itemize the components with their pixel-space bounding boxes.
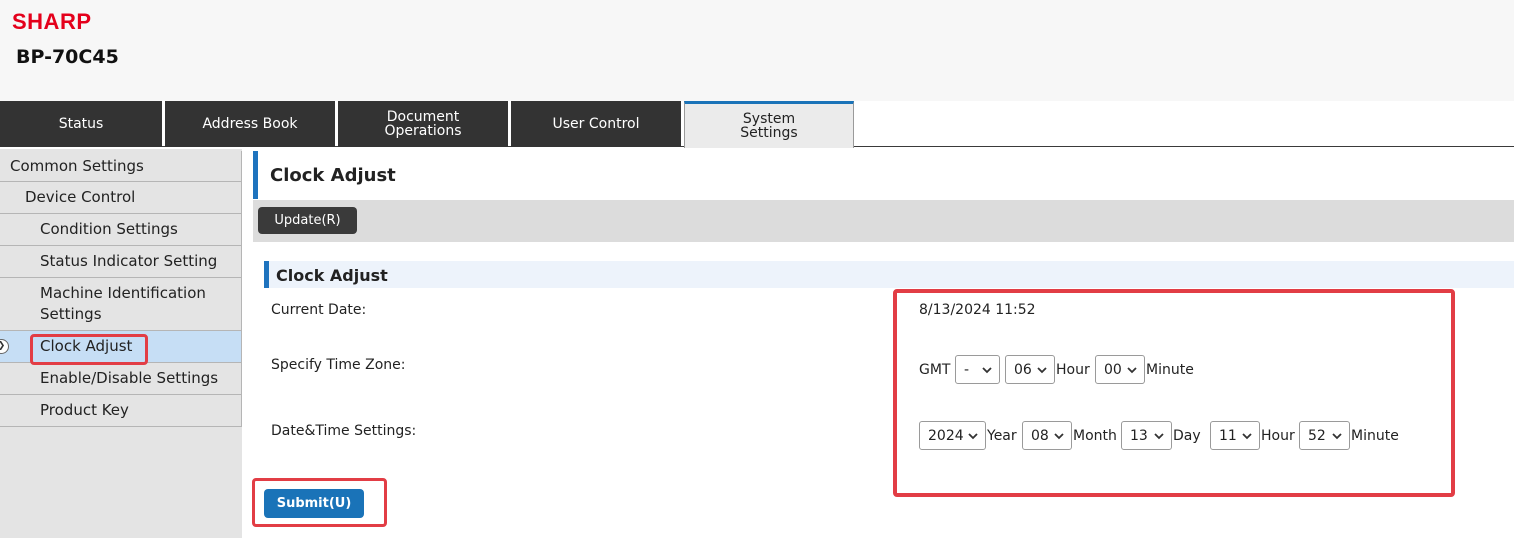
- highlight-box: [893, 289, 1455, 497]
- highlight-box: [252, 478, 387, 527]
- sidebar-item-label: Enable/Disable Settings: [40, 369, 219, 387]
- tab-user-control-label: User Control: [552, 116, 640, 132]
- sidebar-item-condition-settings[interactable]: Condition Settings: [0, 214, 242, 246]
- tab-document-operations[interactable]: Document Operations: [338, 101, 508, 147]
- brand-logo: SHARP: [12, 9, 92, 34]
- sidebar-item-status-indicator-setting[interactable]: Status Indicator Setting: [0, 246, 242, 278]
- timezone-label: Specify Time Zone:: [271, 357, 406, 373]
- tab-address-book-label: Address Book: [202, 116, 298, 132]
- section-header: Clock Adjust: [264, 261, 1514, 288]
- sidebar-item-common-settings[interactable]: Common Settings: [0, 151, 242, 182]
- header: SHARP BP-70C45: [0, 0, 1514, 101]
- sidebar-item-label: Product Key: [40, 401, 129, 419]
- tab-system-settings-label: System Settings: [740, 111, 798, 141]
- datetime-label: Date&Time Settings:: [271, 423, 417, 439]
- toolbar: Update(R): [253, 200, 1514, 242]
- sidebar-item-machine-identification-settings[interactable]: Machine Identification Settings: [0, 278, 242, 331]
- update-button[interactable]: Update(R): [258, 207, 357, 234]
- sidebar-item-device-control[interactable]: Device Control: [0, 182, 242, 214]
- sidebar-item-product-key[interactable]: Product Key: [0, 395, 242, 427]
- highlight-box: [30, 334, 148, 365]
- tab-document-operations-label: Document Operations: [384, 109, 462, 139]
- tab-address-book[interactable]: Address Book: [165, 101, 335, 147]
- sidebar-item-label: Condition Settings: [40, 220, 178, 238]
- current-date-label: Current Date:: [271, 302, 367, 318]
- sidebar-item-label: Machine Identification Settings: [40, 284, 206, 323]
- tab-user-control[interactable]: User Control: [511, 101, 681, 147]
- arrow-right-icon: ❯: [0, 339, 9, 354]
- tab-status-label: Status: [58, 116, 104, 132]
- model-name: BP-70C45: [16, 46, 119, 68]
- main-tabs: Status Address Book Document Operations …: [0, 101, 1514, 148]
- sidebar-item-enable-disable-settings[interactable]: Enable/Disable Settings: [0, 363, 242, 395]
- page-title-bar: Clock Adjust: [253, 151, 1514, 199]
- tab-status[interactable]: Status: [0, 101, 162, 147]
- page-title: Clock Adjust: [270, 165, 396, 186]
- sidebar-item-label: Common Settings: [10, 156, 144, 175]
- sidebar-item-label: Status Indicator Setting: [40, 252, 218, 270]
- tab-system-settings[interactable]: System Settings: [684, 101, 854, 148]
- sidebar-item-label: Device Control: [25, 188, 136, 206]
- section-title: Clock Adjust: [276, 266, 388, 285]
